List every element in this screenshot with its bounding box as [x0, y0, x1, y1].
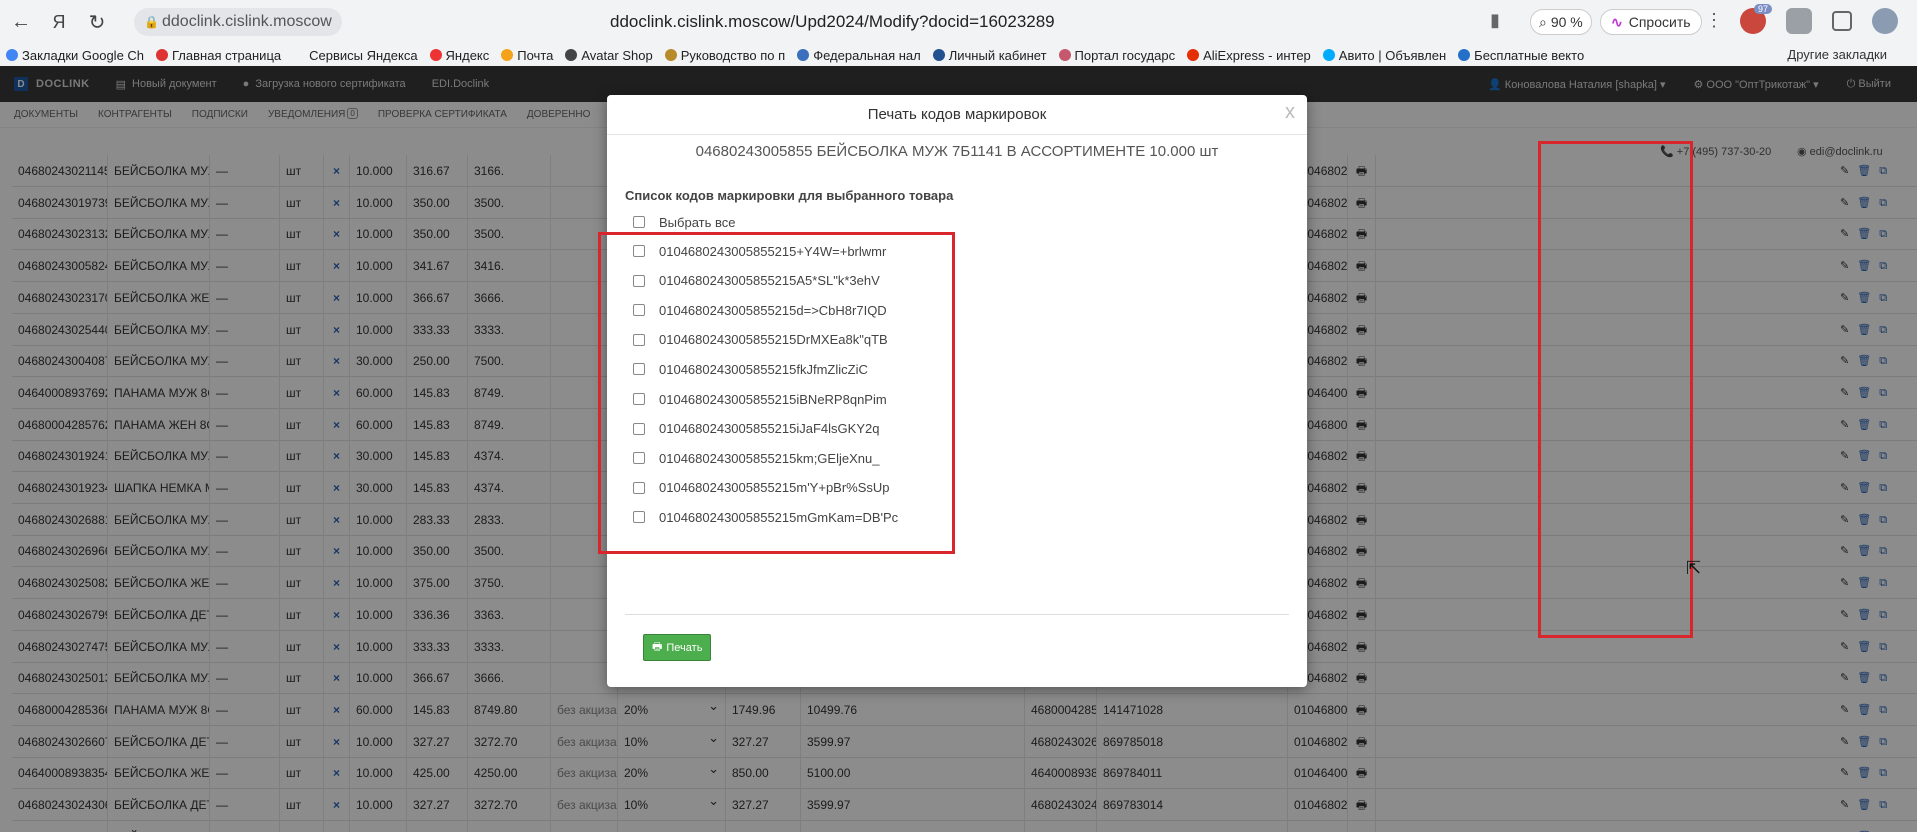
back-arrow-icon[interactable]: ← [4, 5, 38, 39]
extension-badge: 97 [1753, 4, 1772, 14]
bookmark-favicon-icon [501, 49, 514, 61]
bookmark-favicon-icon [1458, 49, 1471, 61]
close-icon[interactable]: x [1285, 101, 1295, 124]
bookmark-favicon-icon [797, 49, 810, 61]
bookmark-label: Личный кабинет [948, 47, 1047, 63]
bookmark-label: Федеральная нал [813, 47, 921, 63]
bookmark-favicon-icon [1322, 49, 1335, 61]
other-bookmarks[interactable]: Другие закладки [1787, 47, 1887, 62]
bookmark-label: Сервисы Яндекса [309, 47, 418, 63]
bookmark-label: AliExpress - интер [1203, 47, 1311, 63]
bookmark-favicon-icon [156, 49, 168, 61]
bookmark-item[interactable]: Бесплатные векто [1452, 48, 1590, 63]
ask-label: Спросить [1628, 14, 1691, 30]
bookmark-item[interactable]: Главная страница [150, 48, 287, 63]
page-url[interactable]: ddoclink.cislink.moscow/Upd2024/Modify?d… [610, 12, 1055, 32]
bookmark-favicon-icon [1187, 49, 1200, 61]
alice-icon: ∿ [1611, 13, 1623, 30]
bookmark-item[interactable]: Закладки Google Ch [0, 48, 150, 63]
bookmark-label: Бесплатные векто [1474, 47, 1585, 63]
zoom-level: 90 % [1550, 14, 1583, 30]
bookmark-favicon-icon [1058, 49, 1071, 61]
bookmarks-bar: Закладки Google Ch Главная страница Сервис… [0, 44, 1917, 66]
bookmark-item[interactable]: Портал государс [1053, 48, 1182, 63]
printer-icon: 🖶 [652, 641, 663, 653]
modal-title: Печать кодов маркировок [607, 95, 1307, 135]
codes-list-heading: Список кодов маркировки для выбранного т… [625, 188, 954, 203]
bookmark-item[interactable]: AliExpress - интер [1181, 48, 1317, 63]
bookmark-favicon-icon [565, 49, 578, 61]
bookmark-item[interactable]: Сервисы Яндекса [287, 48, 423, 63]
profile-avatar[interactable] [1872, 8, 1898, 34]
annotation-codes-box [598, 232, 955, 554]
print-label: Печать [666, 641, 703, 654]
bookmark-item[interactable]: Личный кабинет [927, 48, 1053, 63]
modal-divider [625, 614, 1289, 615]
lock-icon: 🔒 [144, 15, 159, 29]
bookmark-label: Почта [517, 47, 554, 63]
yandex-icon[interactable]: Я [42, 5, 76, 39]
address-host: ddoclink.cislink.moscow [162, 13, 332, 30]
bookmark-favicon-icon [932, 49, 945, 61]
bookmark-item[interactable]: Федеральная нал [791, 48, 927, 63]
bookmark-item[interactable]: Почта [495, 48, 559, 63]
print-button[interactable]: 🖶 Печать [643, 634, 712, 661]
bookmark-label: Яндекс [445, 47, 490, 63]
bookmark-item[interactable]: Avatar Shop [559, 48, 658, 63]
ask-button[interactable]: ∿ Спросить [1600, 9, 1702, 35]
extension-hat-icon[interactable] [1786, 8, 1812, 34]
bookmark-label: Руководство по п [680, 47, 786, 63]
annotation-column-box [1538, 141, 1693, 638]
product-description: 04680243005855 БЕЙСБОЛКА МУЖ 7Б1141 В АС… [695, 143, 1219, 160]
menu-kebab-icon[interactable]: ⋮ [1705, 10, 1723, 31]
bookmark-label: Авито | Объявлен [1338, 47, 1447, 63]
bookmark-label: Закладки Google Ch [22, 47, 145, 63]
bookmark-favicon-icon [429, 49, 442, 61]
extension-icon[interactable]: 97 [1740, 4, 1772, 34]
zoom-search-icon: ⌕ [1539, 13, 1547, 30]
bookmark-favicon-icon [293, 49, 305, 61]
bookmark-favicon-icon [664, 49, 677, 61]
extensions-area: 97 [1740, 4, 1898, 34]
bookmark-label: Avatar Shop [581, 47, 653, 63]
browser-toolbar: ← Я ↻ 🔒 ddoclink.cislink.moscow ddoclink… [0, 0, 1917, 44]
mouse-cursor-icon: ⇱ [1686, 558, 1702, 578]
bookmark-flag-icon[interactable]: ▮ [1490, 10, 1500, 31]
select-all-row[interactable]: Выбрать все [633, 212, 735, 232]
bookmark-item[interactable]: Авито | Объявлен [1317, 48, 1452, 63]
select-all-label: Выбрать все [659, 214, 736, 230]
bookmark-item[interactable]: Руководство по п [659, 48, 792, 63]
zoom-control[interactable]: ⌕ 90 % [1530, 9, 1592, 35]
bookmark-item[interactable]: Яндекс [424, 48, 496, 63]
reload-icon[interactable]: ↻ [80, 5, 114, 39]
address-bar[interactable]: 🔒 ddoclink.cislink.moscow [134, 8, 342, 36]
bookmark-favicon-icon [6, 49, 18, 61]
select-all-checkbox[interactable] [633, 216, 645, 228]
extensions-puzzle-icon[interactable] [1832, 11, 1852, 31]
bookmark-label: Главная страница [172, 47, 282, 63]
bookmark-label: Портал государс [1074, 47, 1176, 63]
